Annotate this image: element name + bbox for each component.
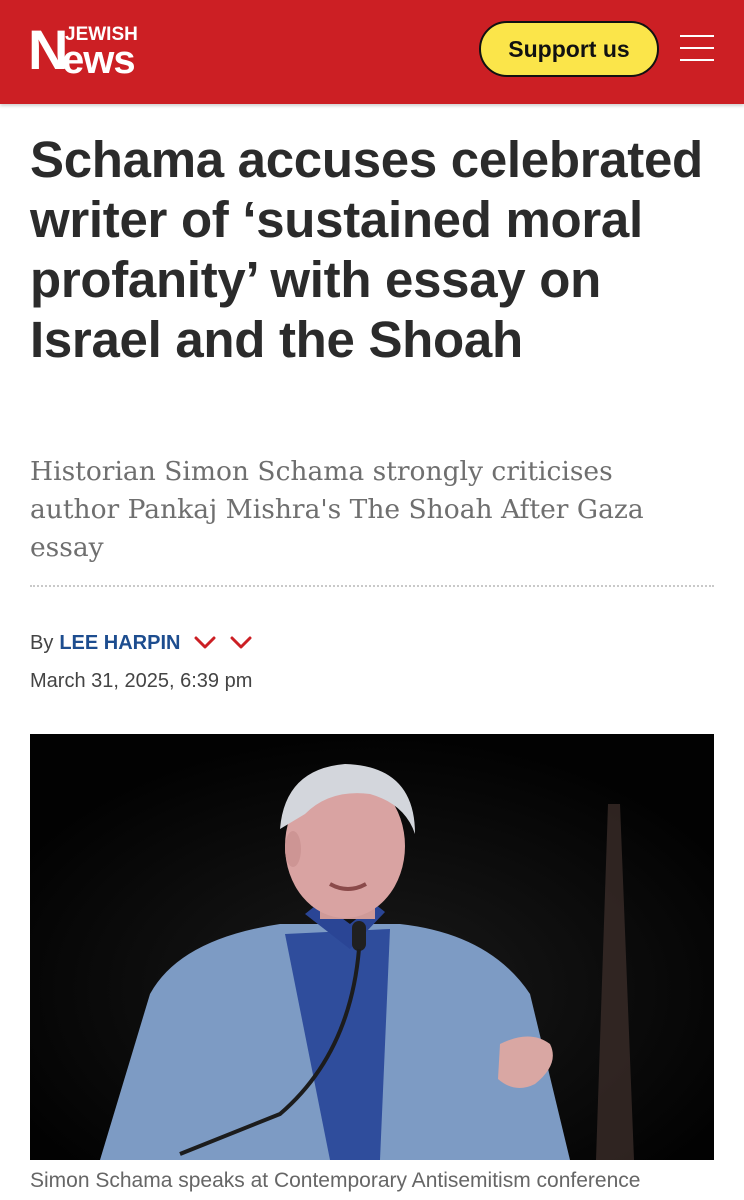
photo-caption: Simon Schama speaks at Contemporary Anti… (30, 1169, 641, 1192)
byline-prefix: By (30, 632, 54, 654)
article-headline: Schama accuses celebrated writer of ‘sus… (30, 131, 703, 368)
chevron-down-icon[interactable] (230, 636, 252, 650)
jewish-news-logo[interactable]: N JEWISH ews (28, 18, 168, 82)
article-photo[interactable] (30, 734, 714, 1160)
menu-line (680, 59, 714, 61)
publish-date: March 31, 2025, 6:39 pm (30, 670, 253, 692)
site-header: N JEWISH ews Support us (0, 0, 744, 104)
hamburger-icon[interactable] (680, 33, 714, 63)
menu-line (680, 47, 714, 49)
dotted-divider (30, 585, 714, 587)
menu-line (680, 35, 714, 37)
speaker-illustration (30, 734, 714, 1160)
author-link[interactable]: LEE HARPIN (59, 628, 180, 658)
logo-letter-n: N (28, 18, 68, 81)
chevron-down-icon[interactable] (194, 636, 216, 650)
article-standfirst: Historian Simon Schama strongly criticis… (30, 456, 644, 563)
support-us-button[interactable]: Support us (479, 21, 659, 77)
byline: By LEE HARPIN (30, 628, 252, 658)
logo-news-text: ews (62, 38, 136, 82)
